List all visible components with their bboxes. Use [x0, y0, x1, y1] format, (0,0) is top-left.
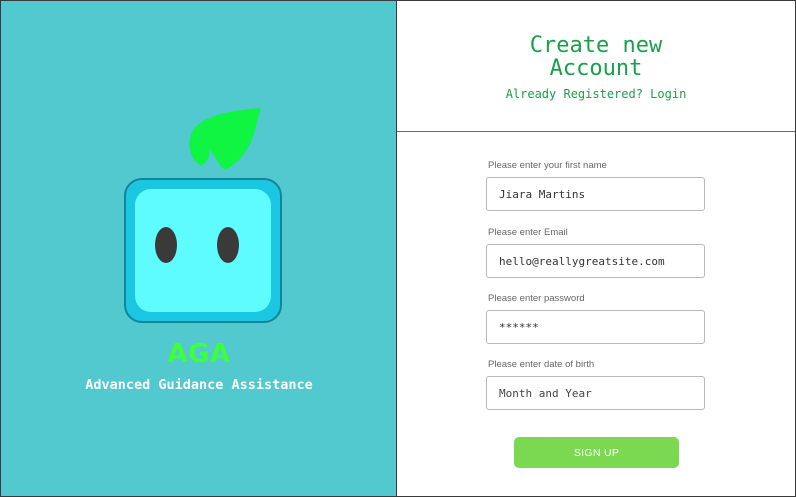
robot-head-icon [124, 178, 282, 323]
email-label: Please enter Email [488, 227, 568, 238]
brand-tagline: Advanced Guidance Assistance [85, 377, 313, 393]
logo [121, 101, 286, 331]
brand-name: AGA [167, 339, 231, 369]
leaf-icon [189, 108, 261, 170]
signup-panel: Create new Account Already Registered? L… [397, 1, 795, 496]
robot-right-eye [217, 227, 239, 263]
first-name-label: Please enter your first name [488, 160, 607, 171]
password-input[interactable] [486, 310, 705, 344]
password-label: Please enter password [488, 293, 585, 304]
email-input[interactable] [486, 244, 705, 278]
dob-label: Please enter date of birth [488, 359, 595, 370]
app-frame: AGA Advanced Guidance Assistance Create … [0, 0, 796, 497]
robot-face [135, 189, 271, 312]
first-name-input[interactable] [486, 177, 705, 211]
login-link[interactable]: Already Registered? Login [397, 87, 795, 101]
dob-input[interactable] [486, 376, 705, 410]
signup-button[interactable]: SIGN UP [514, 437, 679, 468]
signup-header: Create new Account Already Registered? L… [397, 1, 795, 132]
page-title: Create new Account [529, 33, 663, 81]
brand-panel: AGA Advanced Guidance Assistance [1, 1, 397, 496]
robot-left-eye [155, 227, 177, 263]
